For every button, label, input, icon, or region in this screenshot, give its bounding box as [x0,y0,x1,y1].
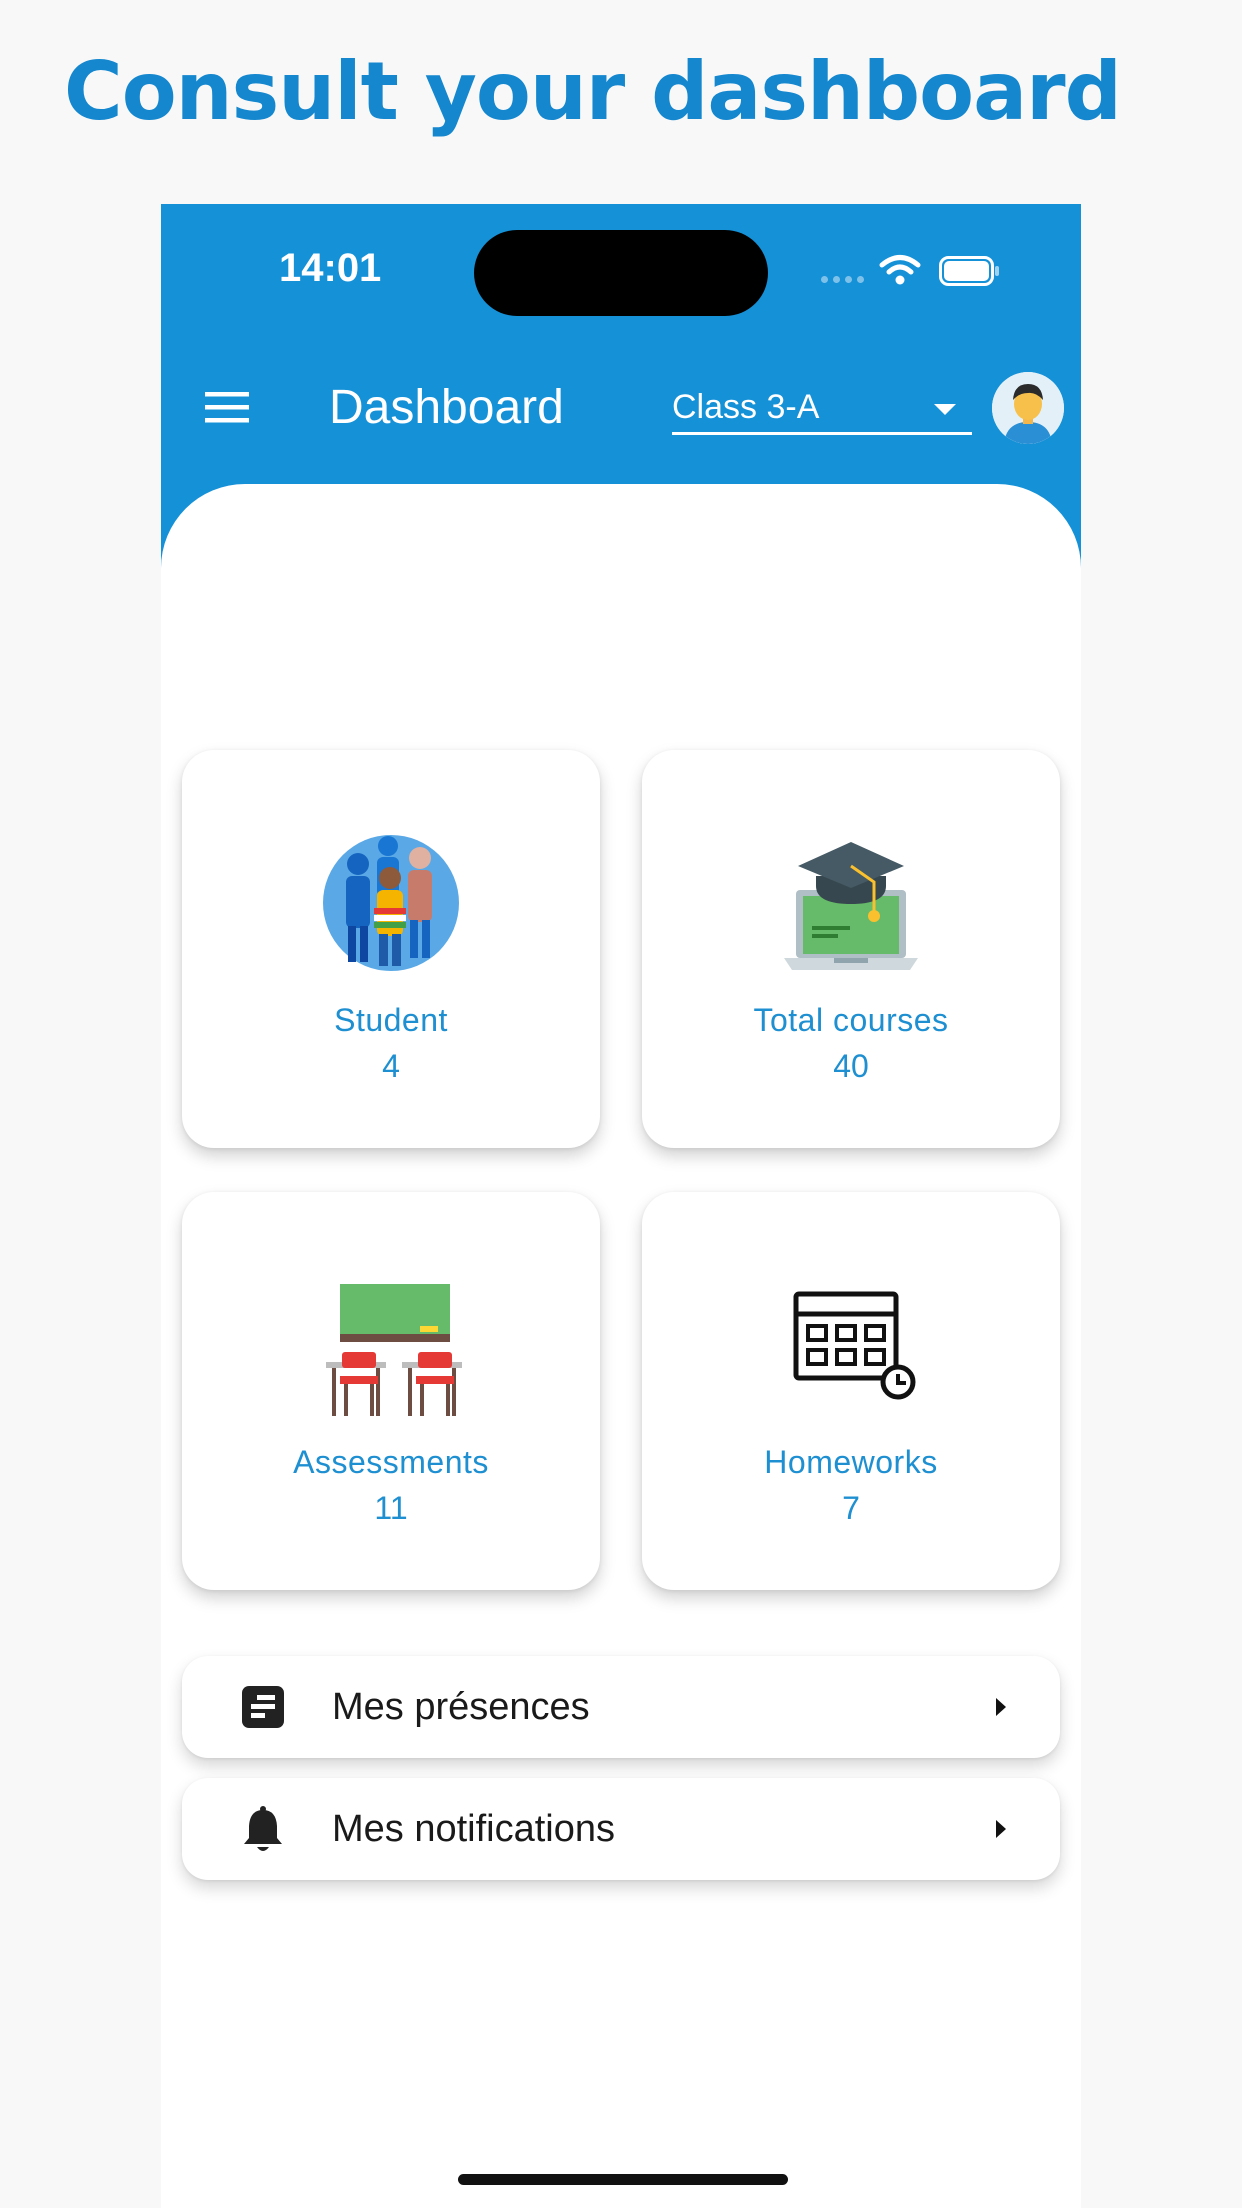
notifications-label: Mes notifications [332,1808,616,1850]
total-courses-card[interactable]: Total courses 40 [642,750,1060,1148]
assessments-label: Assessments [293,1444,489,1480]
homeworks-count: 7 [842,1490,860,1526]
page-title: Dashboard [329,381,564,434]
attendance-list-item[interactable]: Mes présences [182,1656,1060,1758]
student-card[interactable]: Student 4 [182,750,600,1148]
headline: Consult your dashboard [64,45,1122,138]
chevron-right-icon [996,1698,1006,1716]
user-avatar-icon [992,372,1064,444]
assessments-count: 11 [374,1490,408,1526]
chevron-down-icon [934,404,956,415]
menu-icon[interactable] [205,390,251,424]
status-time: 14:01 [279,246,382,290]
homeworks-label: Homeworks [764,1444,938,1480]
notifications-list-item[interactable]: Mes notifications [182,1778,1060,1880]
attendance-icon [242,1686,284,1728]
assessments-card[interactable]: Assessments 11 [182,1192,600,1590]
class-select-dropdown[interactable]: Class 3-A [672,384,972,435]
student-count: 4 [382,1048,400,1084]
dashboard-content: Student 4 Total courses 40 Assessments 1… [161,484,1081,2208]
bell-icon [244,1806,282,1851]
phone-screen: 14:01 Dashboard Class 3-A Student 4 Tota… [161,204,1081,2208]
total-courses-label: Total courses [753,1002,949,1038]
class-select-value: Class 3-A [672,388,820,426]
attendance-label: Mes présences [332,1686,590,1728]
wifi-icon [879,255,921,285]
classroom-desks-icon [326,1284,462,1416]
signal-icon [821,276,869,284]
battery-icon [939,256,999,286]
students-group-icon [323,835,459,971]
chevron-right-icon [996,1820,1006,1838]
total-courses-count: 40 [833,1048,869,1084]
homeworks-card[interactable]: Homeworks 7 [642,1192,1060,1590]
calendar-clock-icon [793,1291,916,1400]
home-indicator[interactable] [458,2174,788,2185]
avatar[interactable] [992,372,1064,444]
graduation-laptop-icon [784,842,918,970]
student-label: Student [334,1002,448,1038]
dynamic-island [474,230,768,316]
